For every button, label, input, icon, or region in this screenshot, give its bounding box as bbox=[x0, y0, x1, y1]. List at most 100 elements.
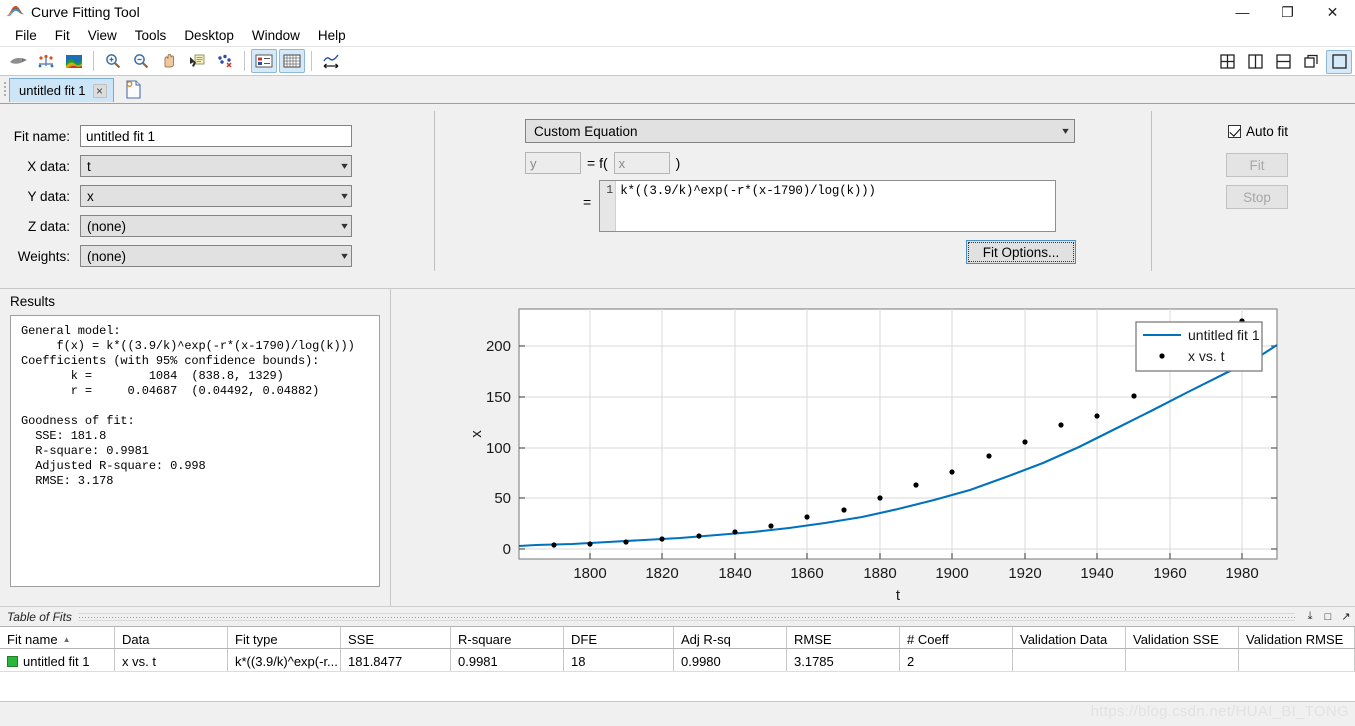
fit-name-input[interactable] bbox=[80, 125, 352, 147]
column-header-num-coeff[interactable]: # Coeff bbox=[900, 627, 1013, 648]
column-header-adj-r-sq[interactable]: Adj R-sq bbox=[674, 627, 787, 648]
maximize-icon[interactable]: □ bbox=[1319, 608, 1337, 626]
svg-text:100: 100 bbox=[486, 440, 511, 457]
data-cursor-icon[interactable] bbox=[184, 49, 210, 73]
custom-equation-editor[interactable]: 1 k*((3.9/k)^exp(-r*(x-1790)/log(k))) bbox=[599, 180, 1057, 232]
legend-label-fit: untitled fit 1 bbox=[1188, 327, 1260, 343]
results-text: General model: f(x) = k*((3.9/k)^exp(-r*… bbox=[21, 324, 355, 488]
fit-plot-panel[interactable]: 0 50 100 150 200 1800 1820 1840 1860 188… bbox=[390, 288, 1355, 607]
equation-expression-text[interactable]: k*((3.9/k)^exp(-r*(x-1790)/log(k))) bbox=[616, 181, 1055, 231]
table-row[interactable]: untitled fit 1 x vs. t k*((3.9/k)^exp(-r… bbox=[0, 649, 1355, 672]
column-header-validation-rmse[interactable]: Validation RMSE bbox=[1239, 627, 1355, 648]
chevron-down-icon: ▾ bbox=[341, 160, 348, 172]
dock-minimize-icon[interactable]: ⤓ bbox=[1301, 608, 1319, 626]
column-header-r-square[interactable]: R-square bbox=[451, 627, 564, 648]
equation-expression-row: = 1 k*((3.9/k)^exp(-r*(x-1790)/log(k))) bbox=[583, 180, 1057, 232]
z-data-select[interactable]: (none) ▾ bbox=[80, 215, 352, 237]
chevron-down-icon: ▾ bbox=[341, 220, 348, 232]
z-data-value: (none) bbox=[87, 218, 127, 234]
cell-validation-data bbox=[1013, 649, 1126, 671]
legend-label-data: x vs. t bbox=[1188, 348, 1225, 364]
svg-text:150: 150 bbox=[486, 389, 511, 406]
toolbar-layout-group bbox=[1213, 47, 1353, 76]
menu-window[interactable]: Window bbox=[243, 26, 309, 45]
x-data-row: X data: t ▾ bbox=[10, 155, 352, 177]
menu-desktop[interactable]: Desktop bbox=[175, 26, 243, 45]
fit-type-value: Custom Equation bbox=[534, 123, 638, 139]
fit-options-button[interactable]: Fit Options... bbox=[966, 240, 1076, 264]
layout-vertical-split-icon[interactable] bbox=[1242, 50, 1268, 74]
chevron-down-icon: ▾ bbox=[341, 190, 348, 202]
column-header-validation-sse[interactable]: Validation SSE bbox=[1126, 627, 1239, 648]
zoom-out-icon[interactable] bbox=[128, 49, 154, 73]
auto-fit-checkbox[interactable] bbox=[1228, 125, 1241, 138]
fit-button[interactable]: Fit bbox=[1226, 153, 1288, 177]
cell-adj-r-sq: 0.9980 bbox=[674, 649, 787, 671]
x-data-select[interactable]: t ▾ bbox=[80, 155, 352, 177]
column-header-validation-data[interactable]: Validation Data bbox=[1013, 627, 1126, 648]
results-output-box[interactable]: General model: f(x) = k*((3.9/k)^exp(-r*… bbox=[10, 315, 380, 587]
surface-plot-icon[interactable] bbox=[61, 49, 87, 73]
tab-drag-handle[interactable] bbox=[0, 77, 9, 103]
column-header-dfe[interactable]: DFE bbox=[564, 627, 674, 648]
table-empty-area bbox=[0, 672, 1355, 702]
grid-icon[interactable] bbox=[279, 49, 305, 73]
cell-validation-rmse bbox=[1239, 649, 1355, 671]
zoom-in-icon[interactable] bbox=[100, 49, 126, 73]
panel-drag-handle[interactable] bbox=[77, 612, 1295, 621]
cell-fit-name[interactable]: untitled fit 1 bbox=[0, 649, 115, 671]
watermark-text: https://blog.csdn.net/HUAI_BI_TONG bbox=[1090, 703, 1349, 720]
menu-tools[interactable]: Tools bbox=[126, 26, 176, 45]
column-header-data[interactable]: Data bbox=[115, 627, 228, 648]
cell-text: untitled fit 1 bbox=[23, 653, 90, 669]
editor-divider-1 bbox=[434, 111, 435, 271]
svg-text:1860: 1860 bbox=[790, 565, 823, 582]
equation-f-open: = f( bbox=[587, 155, 608, 171]
menu-view[interactable]: View bbox=[79, 26, 126, 45]
toolbar-separator-2 bbox=[244, 51, 245, 71]
minimize-button[interactable]: — bbox=[1220, 0, 1265, 24]
layout-single-icon[interactable] bbox=[1326, 49, 1352, 74]
axis-limits-icon[interactable] bbox=[318, 49, 344, 73]
column-header-fit-type[interactable]: Fit type bbox=[228, 627, 341, 648]
column-header-fit-name[interactable]: Fit name ▲ bbox=[0, 627, 115, 648]
legend-icon[interactable] bbox=[251, 49, 277, 73]
layout-horizontal-split-icon[interactable] bbox=[1270, 50, 1296, 74]
tab-untitled-fit-1[interactable]: untitled fit 1 × bbox=[9, 78, 114, 102]
menu-help[interactable]: Help bbox=[309, 26, 355, 45]
undock-icon[interactable]: ↗ bbox=[1337, 608, 1355, 626]
restore-button[interactable]: ❐ bbox=[1265, 0, 1310, 24]
new-fit-icon[interactable] bbox=[122, 77, 146, 101]
column-header-rmse[interactable]: RMSE bbox=[787, 627, 900, 648]
z-data-row: Z data: (none) ▾ bbox=[10, 215, 352, 237]
column-header-sse[interactable]: SSE bbox=[341, 627, 451, 648]
y-data-select[interactable]: x ▾ bbox=[80, 185, 352, 207]
close-button[interactable]: ✕ bbox=[1310, 0, 1355, 24]
exclude-outlier-points-icon[interactable] bbox=[212, 49, 238, 73]
fit-plot[interactable]: 0 50 100 150 200 1800 1820 1840 1860 188… bbox=[391, 289, 1355, 607]
dependent-variable-input[interactable]: y bbox=[525, 152, 581, 174]
fit-type-select[interactable]: Custom Equation ▾ bbox=[525, 119, 1075, 143]
weights-row: Weights: (none) ▾ bbox=[10, 245, 352, 267]
exclude-by-rule-icon[interactable] bbox=[33, 49, 59, 73]
plot-legend: untitled fit 1 x vs. t bbox=[1135, 321, 1263, 372]
layout-cascade-icon[interactable] bbox=[1298, 50, 1324, 74]
fit-name-label: Fit name: bbox=[13, 128, 70, 144]
table-of-fits-title: Table of Fits bbox=[7, 609, 72, 624]
exclude-outliers-icon[interactable] bbox=[5, 49, 31, 73]
independent-variable-input[interactable]: x bbox=[613, 152, 670, 174]
layout-quad-icon[interactable] bbox=[1214, 50, 1240, 74]
window-title: Curve Fitting Tool bbox=[31, 4, 140, 20]
weights-select[interactable]: (none) ▾ bbox=[80, 245, 352, 267]
auto-fit-label: Auto fit bbox=[1246, 124, 1289, 139]
equation-equals-sign: = bbox=[583, 194, 592, 210]
svg-text:1840: 1840 bbox=[718, 565, 751, 582]
menu-file[interactable]: File bbox=[6, 26, 46, 45]
pan-icon[interactable] bbox=[156, 49, 182, 73]
auto-fit-row[interactable]: Auto fit bbox=[1228, 124, 1288, 139]
close-icon[interactable]: × bbox=[92, 83, 107, 98]
menu-fit[interactable]: Fit bbox=[46, 26, 79, 45]
stop-button[interactable]: Stop bbox=[1226, 185, 1288, 209]
y-data-value: x bbox=[87, 188, 94, 204]
menu-bar: File Fit View Tools Desktop Window Help bbox=[0, 24, 1355, 47]
